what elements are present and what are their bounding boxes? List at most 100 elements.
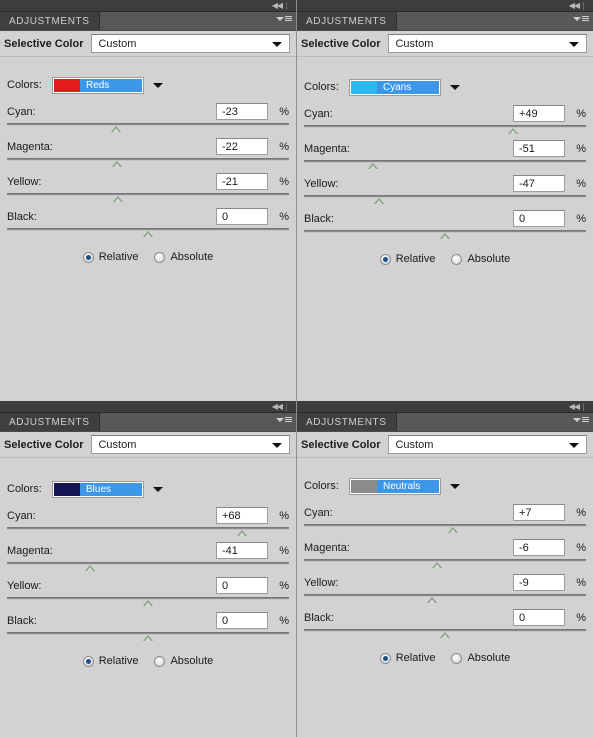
colors-row: Colors: Neutrals <box>304 476 586 496</box>
preset-dropdown[interactable]: Custom <box>388 34 587 53</box>
slider-value-input[interactable]: -6 <box>513 539 565 556</box>
adjustment-header: Selective Color Custom <box>0 31 296 57</box>
hamburger-icon <box>285 417 292 422</box>
slider-thumb[interactable] <box>113 196 124 202</box>
tab-adjustments[interactable]: ADJUSTMENTS <box>0 413 100 431</box>
slider-track[interactable] <box>304 524 586 535</box>
slider-thumb[interactable] <box>143 635 153 641</box>
radio-absolute[interactable]: Absolute <box>154 655 213 667</box>
preset-value: Custom <box>98 438 137 451</box>
panel-menu-button[interactable] <box>573 417 589 422</box>
slider-thumb[interactable] <box>111 161 122 167</box>
radio-relative[interactable]: Relative <box>379 652 435 664</box>
slider-track[interactable] <box>7 562 289 573</box>
slider-label: Black: <box>304 611 334 624</box>
colors-dropdown[interactable]: Blues <box>52 480 144 498</box>
panel-reds: ◀◀ ADJUSTMENTS Selective Color Custom Co… <box>0 0 297 401</box>
slider-label: Black: <box>7 210 37 223</box>
slider-yellow: Yellow: -9 % <box>304 572 586 605</box>
radio-label: Absolute <box>467 253 511 265</box>
slider-value-input[interactable]: -21 <box>216 173 268 190</box>
colors-dropdown[interactable]: Reds <box>52 76 144 94</box>
slider-thumb[interactable] <box>507 128 518 134</box>
slider-track[interactable] <box>7 597 289 608</box>
colors-row: Colors: Blues <box>7 479 289 499</box>
panel-menu-button[interactable] <box>573 16 589 21</box>
chevron-down-icon[interactable] <box>450 483 460 489</box>
colors-dropdown[interactable]: Neutrals <box>349 477 441 495</box>
radio-absolute[interactable]: Absolute <box>451 253 510 265</box>
colors-value: Cyans <box>377 80 439 94</box>
slider-thumb[interactable] <box>237 530 248 536</box>
slider-value-input[interactable]: +49 <box>513 105 565 122</box>
slider-track[interactable] <box>304 594 586 605</box>
slider-value-input[interactable]: 0 <box>513 210 565 227</box>
panel-menu-button[interactable] <box>276 417 292 422</box>
radio-relative[interactable]: Relative <box>82 655 138 667</box>
radio-relative[interactable]: Relative <box>379 253 435 265</box>
slider-thumb[interactable] <box>373 198 384 204</box>
slider-value-input[interactable]: -23 <box>216 103 268 120</box>
slider-value-input[interactable]: -22 <box>216 138 268 155</box>
slider-value-input[interactable]: -9 <box>513 574 565 591</box>
chevron-down-icon[interactable] <box>153 82 163 88</box>
tab-adjustments[interactable]: ADJUSTMENTS <box>297 12 397 30</box>
radio-absolute[interactable]: Absolute <box>451 652 510 664</box>
slider-thumb[interactable] <box>427 597 438 603</box>
percent-label: % <box>576 212 586 225</box>
slider-thumb[interactable] <box>440 233 450 239</box>
slider-value-input[interactable]: 0 <box>216 577 268 594</box>
collapse-to-icons-icon[interactable]: ◀◀ <box>569 402 580 412</box>
tab-adjustments[interactable]: ADJUSTMENTS <box>0 12 100 30</box>
slider-thumb[interactable] <box>448 527 459 533</box>
slider-track[interactable] <box>7 193 289 204</box>
chevron-down-icon[interactable] <box>450 84 460 90</box>
slider-track[interactable] <box>7 158 289 169</box>
slider-value-input[interactable]: -51 <box>513 140 565 157</box>
slider-label: Black: <box>7 614 37 627</box>
slider-track[interactable] <box>304 559 586 570</box>
percent-label: % <box>576 611 586 624</box>
panel-menu-button[interactable] <box>276 16 292 21</box>
slider-track[interactable] <box>7 123 289 134</box>
slider-value-input[interactable]: +7 <box>513 504 565 521</box>
radio-absolute[interactable]: Absolute <box>154 251 213 263</box>
slider-track[interactable] <box>7 632 289 643</box>
slider-label: Yellow: <box>304 576 339 589</box>
radio-label: Absolute <box>170 251 214 263</box>
slider-value-input[interactable]: -41 <box>216 542 268 559</box>
preset-dropdown[interactable]: Custom <box>388 435 587 454</box>
slider-track[interactable] <box>304 125 586 136</box>
slider-value-input[interactable]: 0 <box>513 609 565 626</box>
slider-thumb[interactable] <box>110 126 121 132</box>
preset-dropdown[interactable]: Custom <box>91 34 290 53</box>
radio-relative[interactable]: Relative <box>82 251 139 263</box>
radio-label: Relative <box>98 251 139 263</box>
tab-adjustments[interactable]: ADJUSTMENTS <box>297 413 397 431</box>
slider-value-input[interactable]: -47 <box>513 175 565 192</box>
slider-thumb[interactable] <box>368 163 379 169</box>
collapse-to-icons-icon[interactable]: ◀◀ <box>272 402 283 412</box>
slider-value-input[interactable]: 0 <box>216 612 268 629</box>
percent-label: % <box>279 105 289 118</box>
percent-label: % <box>576 142 586 155</box>
slider-thumb[interactable] <box>431 562 442 568</box>
chevron-down-icon[interactable] <box>153 486 163 492</box>
slider-thumb[interactable] <box>143 600 153 606</box>
slider-track[interactable] <box>304 195 586 206</box>
preset-dropdown[interactable]: Custom <box>91 435 290 454</box>
slider-track[interactable] <box>7 527 289 538</box>
slider-track[interactable] <box>304 629 586 640</box>
slider-yellow: Yellow: -47 % <box>304 173 586 206</box>
collapse-to-icons-icon[interactable]: ◀◀ <box>272 1 283 11</box>
slider-track[interactable] <box>304 230 586 241</box>
slider-value-input[interactable]: +68 <box>216 507 268 524</box>
collapse-to-icons-icon[interactable]: ◀◀ <box>569 1 580 11</box>
slider-thumb[interactable] <box>143 231 153 237</box>
colors-dropdown[interactable]: Cyans <box>349 78 441 96</box>
slider-value-input[interactable]: 0 <box>216 208 268 225</box>
slider-thumb[interactable] <box>440 632 450 638</box>
slider-thumb[interactable] <box>85 565 96 571</box>
slider-track[interactable] <box>7 228 289 239</box>
slider-track[interactable] <box>304 160 586 171</box>
